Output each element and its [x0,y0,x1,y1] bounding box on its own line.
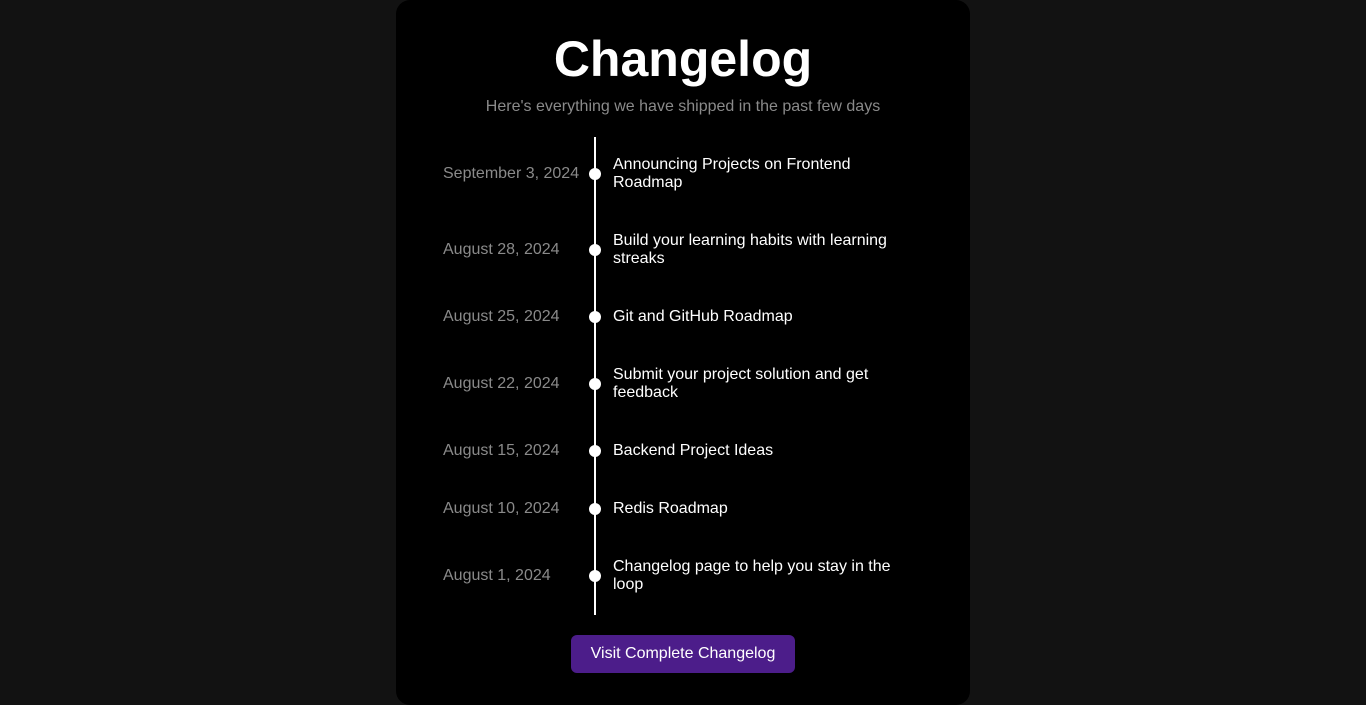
entry-title-link[interactable]: Backend Project Ideas [613,442,913,460]
visit-complete-changelog-button[interactable]: Visit Complete Changelog [571,635,795,673]
entry-date: August 22, 2024 [443,375,560,392]
entry-title-link[interactable]: Build your learning habits with learning… [613,232,913,268]
timeline-dot-icon [589,378,601,390]
timeline-dot-icon [589,445,601,457]
entry-date: August 15, 2024 [443,442,560,459]
entry-date: September 3, 2024 [443,165,580,182]
changelog-card: Changelog Here's everything we have ship… [396,0,970,705]
page-title: Changelog [553,31,813,87]
timeline-dot-icon [589,244,601,256]
entry-date: August 25, 2024 [443,308,560,325]
entry-title-link[interactable]: Changelog page to help you stay in the l… [613,558,913,594]
entry-title-link[interactable]: Git and GitHub Roadmap [613,308,913,326]
entry-date: August 1, 2024 [443,567,551,584]
timeline-dot-icon [589,168,601,180]
timeline-dot-icon [589,570,601,582]
page-subtitle: Here's everything we have shipped in the… [485,98,881,115]
entry-title-link[interactable]: Announcing Projects on Frontend Roadmap [613,156,913,192]
entry-title-link[interactable]: Redis Roadmap [613,500,913,518]
entry-title-link[interactable]: Submit your project solution and get fee… [613,366,913,402]
entry-date: August 10, 2024 [443,500,560,517]
timeline-dot-icon [589,503,601,515]
timeline-dot-icon [589,311,601,323]
timeline-line [594,137,596,615]
entry-date: August 28, 2024 [443,241,560,258]
